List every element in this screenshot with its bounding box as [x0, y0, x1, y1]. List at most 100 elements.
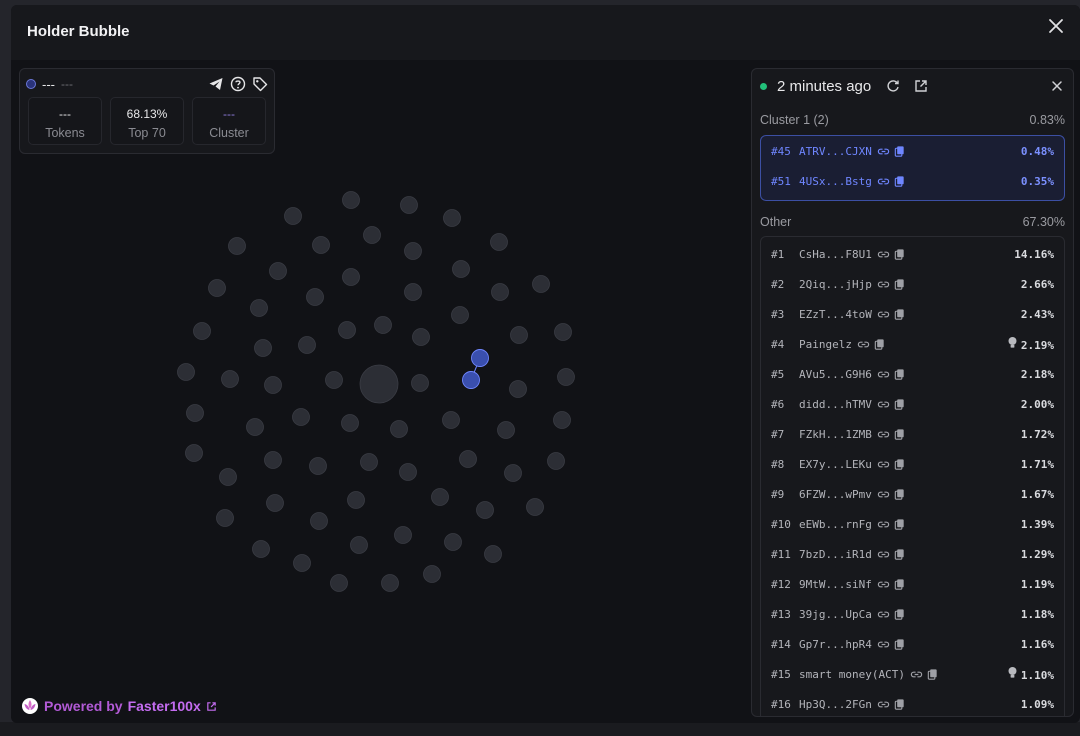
holder-bubble[interactable] — [404, 283, 422, 301]
holder-bubble[interactable] — [411, 374, 429, 392]
holder-bubble[interactable] — [252, 540, 270, 558]
copy-icon[interactable] — [893, 488, 906, 501]
holder-bubble[interactable] — [554, 323, 572, 341]
link-icon[interactable] — [877, 428, 890, 441]
holder-bubble[interactable] — [185, 444, 203, 462]
holder-address[interactable]: 39jg...UpCa — [799, 608, 872, 621]
holder-bubble[interactable] — [216, 509, 234, 527]
link-icon[interactable] — [877, 578, 890, 591]
link-icon[interactable] — [877, 518, 890, 531]
holder-bubble[interactable] — [443, 209, 461, 227]
holder-bubble[interactable] — [547, 452, 565, 470]
holder-bubble[interactable] — [476, 501, 494, 519]
holder-row[interactable]: #51 4USx...Bstg 0.35% — [771, 172, 1054, 190]
holder-bubble[interactable] — [264, 451, 282, 469]
holder-bubble[interactable] — [360, 453, 378, 471]
holder-address[interactable]: 6FZW...wPmv — [799, 488, 872, 501]
holder-bubble[interactable] — [193, 322, 211, 340]
holder-bubble[interactable] — [254, 339, 272, 357]
holder-row[interactable]: #15 smart money(ACT) 1.10% — [771, 665, 1054, 683]
holder-bubble[interactable] — [400, 196, 418, 214]
holder-bubble[interactable] — [553, 411, 571, 429]
holder-row[interactable]: #3 EZzT...4toW 2.43% — [771, 305, 1054, 323]
cluster-bubble[interactable] — [462, 371, 480, 389]
holder-bubble[interactable] — [208, 279, 226, 297]
holder-row[interactable]: #16 Hp3Q...2FGn 1.09% — [771, 695, 1054, 713]
holder-row[interactable]: #8 EX7y...LEKu 1.71% — [771, 455, 1054, 473]
holder-bubble[interactable] — [342, 268, 360, 286]
holder-bubble[interactable] — [452, 260, 470, 278]
refresh-icon[interactable] — [885, 78, 901, 94]
panel-close-icon[interactable] — [1049, 78, 1065, 94]
holder-bubble[interactable] — [526, 498, 544, 516]
holder-address[interactable]: EZzT...4toW — [799, 308, 872, 321]
holder-bubble[interactable] — [341, 414, 359, 432]
holder-row[interactable]: #5 AVu5...G9H6 2.18% — [771, 365, 1054, 383]
link-icon[interactable] — [857, 338, 870, 351]
holder-bubble[interactable] — [557, 368, 575, 386]
copy-icon[interactable] — [893, 428, 906, 441]
holder-bubble[interactable] — [309, 457, 327, 475]
powered-brand-link[interactable]: Faster100x — [128, 698, 201, 714]
holder-row[interactable]: #2 2Qiq...jHjp 2.66% — [771, 275, 1054, 293]
holder-bubble[interactable] — [394, 526, 412, 544]
holder-address[interactable]: AVu5...G9H6 — [799, 368, 872, 381]
holder-bubble[interactable] — [347, 491, 365, 509]
open-external-icon[interactable] — [913, 78, 929, 94]
holder-bubble[interactable] — [510, 326, 528, 344]
holder-bubble[interactable] — [246, 418, 264, 436]
holder-bubble[interactable] — [177, 363, 195, 381]
holder-address[interactable]: smart money(ACT) — [799, 668, 905, 681]
link-icon[interactable] — [877, 278, 890, 291]
holder-bubble[interactable] — [532, 275, 550, 293]
copy-icon[interactable] — [893, 578, 906, 591]
holder-bubble[interactable] — [250, 299, 268, 317]
telegram-icon[interactable] — [208, 76, 224, 92]
holder-bubble[interactable] — [390, 420, 408, 438]
copy-icon[interactable] — [893, 518, 906, 531]
link-icon[interactable] — [910, 668, 923, 681]
copy-icon[interactable] — [893, 548, 906, 561]
holder-bubble[interactable] — [404, 242, 422, 260]
copy-icon[interactable] — [893, 145, 906, 158]
holder-bubble[interactable] — [266, 494, 284, 512]
copy-icon[interactable] — [893, 175, 906, 188]
holder-address[interactable]: CsHa...F8U1 — [799, 248, 872, 261]
holder-address[interactable]: 9MtW...siNf — [799, 578, 872, 591]
holder-bubble[interactable] — [491, 283, 509, 301]
copy-icon[interactable] — [893, 278, 906, 291]
holder-bubble[interactable] — [451, 306, 469, 324]
holder-bubble[interactable] — [312, 236, 330, 254]
holder-address[interactable]: 2Qiq...jHjp — [799, 278, 872, 291]
link-icon[interactable] — [877, 698, 890, 711]
holder-bubble[interactable] — [444, 533, 462, 551]
holder-bubble[interactable] — [228, 237, 246, 255]
copy-icon[interactable] — [893, 608, 906, 621]
powered-by[interactable]: Powered by Faster100x — [21, 697, 217, 715]
holder-bubble[interactable] — [342, 191, 360, 209]
link-icon[interactable] — [877, 488, 890, 501]
holder-address[interactable]: EX7y...LEKu — [799, 458, 872, 471]
copy-icon[interactable] — [893, 698, 906, 711]
holder-bubble[interactable] — [186, 404, 204, 422]
holder-bubble[interactable] — [293, 554, 311, 572]
holder-address[interactable]: 4USx...Bstg — [799, 175, 872, 188]
holder-row[interactable]: #4 Paingelz 2.19% — [771, 335, 1054, 353]
link-icon[interactable] — [877, 248, 890, 261]
link-icon[interactable] — [877, 548, 890, 561]
holder-bubble[interactable] — [306, 288, 324, 306]
copy-icon[interactable] — [926, 668, 939, 681]
holder-bubble[interactable] — [310, 512, 328, 530]
cluster-bubble[interactable] — [471, 349, 489, 367]
largest-holder-bubble[interactable] — [359, 364, 399, 404]
copy-icon[interactable] — [893, 398, 906, 411]
holder-address[interactable]: Gp7r...hpR4 — [799, 638, 872, 651]
copy-icon[interactable] — [893, 458, 906, 471]
holder-bubble[interactable] — [338, 321, 356, 339]
holder-address[interactable]: didd...hTMV — [799, 398, 872, 411]
link-icon[interactable] — [877, 638, 890, 651]
tag-icon[interactable] — [252, 76, 268, 92]
holder-bubble[interactable] — [292, 408, 310, 426]
holder-bubble[interactable] — [497, 421, 515, 439]
holder-bubble[interactable] — [219, 468, 237, 486]
